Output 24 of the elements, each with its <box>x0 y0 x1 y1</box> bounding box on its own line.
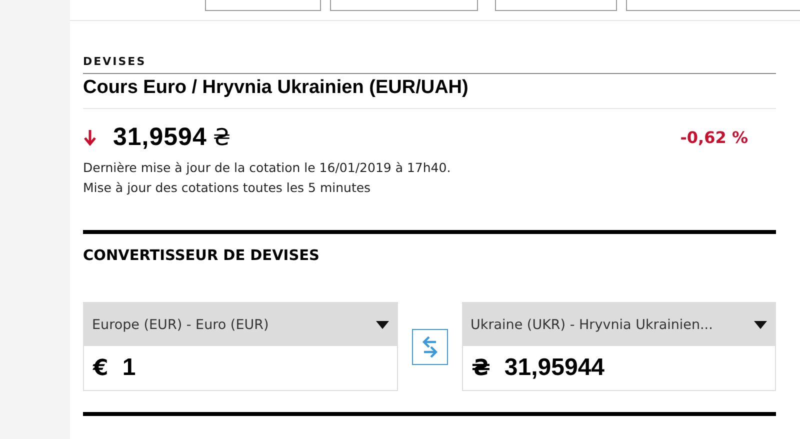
page-title: Cours Euro / Hryvnia Ukrainien (EUR/UAH) <box>83 74 776 109</box>
nav-tab[interactable] <box>205 0 321 11</box>
nav-tab[interactable] <box>495 0 617 11</box>
update-note: Dernière mise à jour de la cotation le 16/01/2019 à 17h40. <box>83 159 452 177</box>
swap-button[interactable] <box>412 328 448 364</box>
converter-title: CONVERTISSEUR DE DEVISES <box>83 247 320 264</box>
rate-value: 31,9594 <box>113 123 207 152</box>
caret-icon <box>754 320 767 328</box>
currency-converter-field[interactable]: Ukraine (UKR) - Hryvnia Ukrainien... ₴ 31,95944 <box>462 302 776 391</box>
amount-value: 1 <box>122 354 136 382</box>
nav-tab[interactable] <box>330 0 478 11</box>
caret-icon <box>376 320 388 328</box>
amount-value: 31,95944 <box>504 354 605 382</box>
update-note: Mise à jour des cotations toutes les 5 minutes <box>83 179 372 197</box>
currency-dropdown[interactable]: Ukraine (UKR) - Hryvnia Ukrainien... <box>462 303 775 346</box>
nav-tab[interactable] <box>626 0 800 11</box>
currency-symbol: ₴ <box>212 124 231 150</box>
currency-symbol: ₴ <box>472 356 490 380</box>
currency-dropdown[interactable]: Europe (EUR) - Euro (EUR) <box>84 303 396 346</box>
currency-symbol: € <box>93 356 108 380</box>
rate-change: -0,62 % <box>680 128 748 147</box>
section-label: DEVISES <box>83 55 776 74</box>
currency-converter-field[interactable]: Europe (EUR) - Euro (EUR) € 1 <box>83 302 398 391</box>
swap-icon <box>422 334 438 358</box>
